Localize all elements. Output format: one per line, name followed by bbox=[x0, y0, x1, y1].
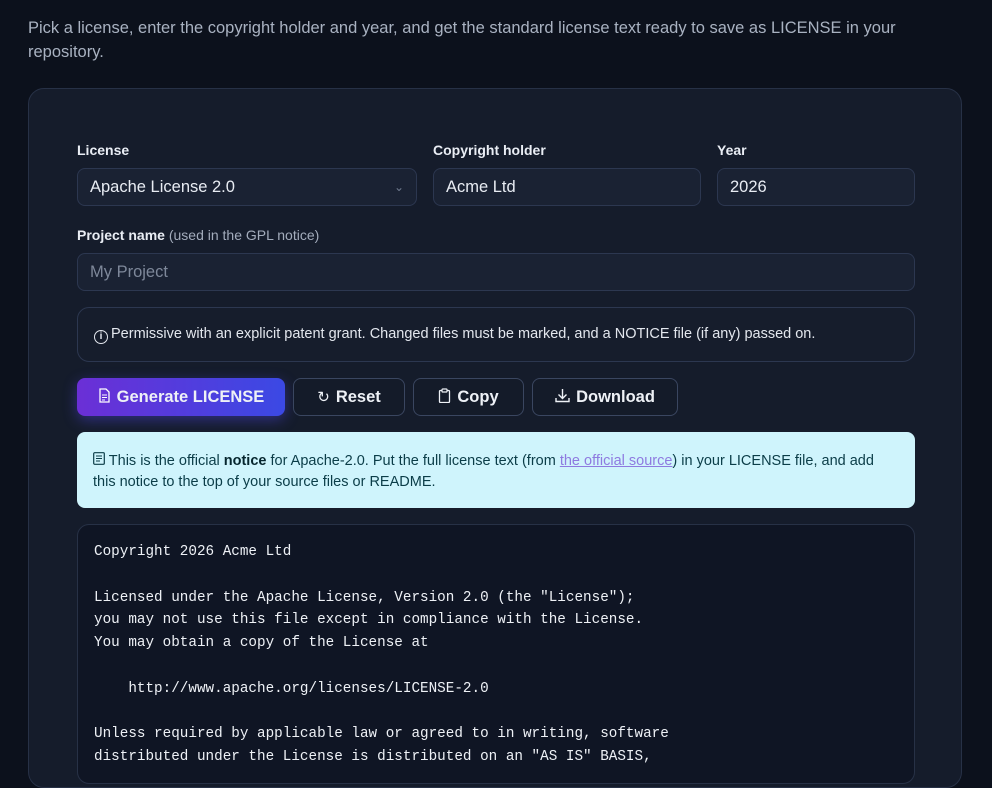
reset-button[interactable]: ↻ Reset bbox=[293, 378, 405, 416]
project-name-label-text: Project name bbox=[77, 227, 165, 243]
license-select[interactable]: Apache License 2.0 ⌄ bbox=[77, 168, 417, 206]
year-input[interactable]: 2026 bbox=[717, 168, 915, 206]
license-output[interactable]: Copyright 2026 Acme Ltd Licensed under t… bbox=[77, 524, 915, 784]
project-name-input[interactable]: My Project bbox=[77, 253, 915, 291]
download-button[interactable]: Download bbox=[532, 378, 678, 416]
reset-icon: ↻ bbox=[317, 389, 330, 406]
copy-label: Copy bbox=[457, 387, 499, 406]
notice-alert: This is the official notice for Apache-2… bbox=[77, 432, 915, 508]
notice-text-pre: This is the official bbox=[108, 453, 224, 469]
intro-text: Pick a license, enter the copyright hold… bbox=[28, 19, 896, 61]
clipboard-icon bbox=[438, 387, 451, 407]
year-label: Year bbox=[717, 142, 747, 158]
license-info-box: i Permissive with an explicit patent gran… bbox=[77, 307, 915, 362]
official-source-link[interactable]: the official source bbox=[560, 453, 673, 469]
document-icon bbox=[93, 450, 105, 471]
license-info-text: Permissive with an explicit patent grant… bbox=[111, 326, 816, 342]
download-icon bbox=[555, 388, 570, 407]
notice-text-mid: for Apache-2.0. Put the full license tex… bbox=[266, 453, 560, 469]
file-icon bbox=[98, 387, 111, 407]
chevron-down-icon: ⌄ bbox=[393, 180, 404, 194]
reset-label: Reset bbox=[335, 387, 381, 406]
copy-button[interactable]: Copy bbox=[413, 378, 524, 416]
generate-license-label: Generate LICENSE bbox=[116, 387, 265, 406]
project-name-hint: (used in the GPL notice) bbox=[168, 227, 320, 243]
license-label: License bbox=[77, 142, 130, 158]
download-label: Download bbox=[576, 387, 655, 406]
license-select-value: Apache License 2.0 bbox=[90, 178, 235, 196]
generate-license-button[interactable]: Generate LICENSE bbox=[77, 378, 285, 416]
notice-bold: notice bbox=[223, 453, 267, 469]
project-name-label: Project name (used in the GPL notice) bbox=[77, 227, 319, 243]
info-circle-icon: i bbox=[94, 330, 108, 344]
holder-label: Copyright holder bbox=[433, 142, 546, 158]
copyright-holder-input[interactable]: Acme Ltd bbox=[433, 168, 701, 206]
